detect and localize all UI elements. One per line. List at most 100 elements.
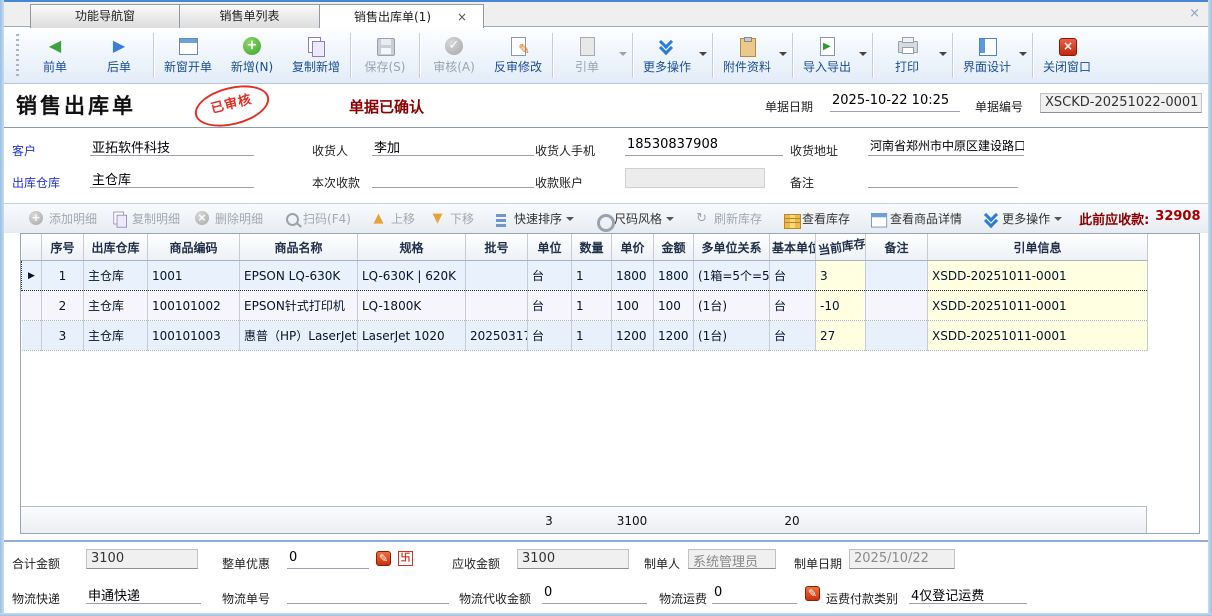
more-actions-button[interactable]: 更多操作 — [635, 28, 699, 83]
maker-label: 制单人 — [644, 555, 680, 572]
save-button[interactable]: 保存(S) — [353, 28, 417, 83]
address-field[interactable]: 河南省郑州市中原区建设路口 — [868, 137, 1024, 156]
warehouse-field[interactable]: 主仓库 — [90, 169, 254, 188]
view-stock-button[interactable]: 查看库存 — [774, 210, 857, 227]
window-close-icon[interactable]: × — [1189, 6, 1200, 21]
toolbar-separator — [1032, 33, 1033, 78]
discount-field[interactable]: 0 — [287, 550, 369, 569]
add-icon: + — [28, 210, 45, 227]
new-window-order-button[interactable]: 新窗开单 — [156, 28, 220, 83]
copy-detail-button[interactable]: 复制明细 — [104, 210, 187, 227]
window-border-right — [1208, 0, 1212, 616]
sort-icon — [493, 210, 510, 227]
scan-icon — [282, 210, 299, 227]
table-row[interactable]: ▶ 1 主仓库 1001 EPSON LQ-630K LQ-630K | 620… — [22, 261, 1148, 291]
phone-field[interactable]: 18530837908 — [625, 137, 783, 156]
next-doc-button[interactable]: ▶ 后单 — [87, 28, 151, 83]
total-amount-label: 合计金额 — [12, 555, 60, 572]
sales-outbound-window: 功能导航窗 销售单列表 销售出库单(1) × × ◀ 前单 ▶ 后单 新窗开单 … — [0, 0, 1212, 616]
customer-label[interactable]: 客户 — [12, 142, 36, 159]
close-window-button[interactable]: × 关闭窗口 — [1035, 28, 1099, 83]
payment-field[interactable] — [372, 169, 534, 188]
dropdown-caret-icon[interactable] — [699, 52, 707, 60]
prior-receivable: 此前应收款: 32908 — [1079, 209, 1200, 228]
copy-new-button[interactable]: 复制新增 — [284, 28, 348, 83]
dropdown-caret-icon[interactable] — [859, 52, 867, 60]
doc-date-label: 单据日期 — [765, 98, 813, 115]
cod-amount-field[interactable]: 0 — [542, 585, 647, 604]
freight-edit-icon[interactable]: ✎ — [805, 586, 820, 601]
attachments-button[interactable]: 附件资料 — [715, 28, 779, 83]
discount-label: 整单优惠 — [222, 555, 270, 572]
freight-field[interactable]: 0 — [712, 585, 797, 604]
approve-button[interactable]: ✓ 审核(A) — [422, 28, 486, 83]
table-header-row: 序号 出库仓库 商品编码 商品名称 规格 批号 单位 数量 单价 金额 多单位关… — [22, 234, 1148, 261]
move-up-button[interactable]: ▲ 上移 — [363, 210, 422, 227]
move-down-button[interactable]: ▼ 下移 — [422, 210, 481, 227]
toolbar-separator — [952, 33, 953, 78]
prev-doc-button[interactable]: ◀ 前单 — [23, 28, 87, 83]
make-date-field: 2025/10/22 — [849, 549, 955, 569]
remark-label: 备注 — [790, 174, 814, 191]
add-detail-button[interactable]: + 添加明细 — [21, 210, 104, 227]
payment-label: 本次收款 — [312, 174, 360, 191]
size-style-button[interactable]: 尺码风格 — [586, 210, 681, 227]
row-selector-header — [22, 234, 42, 261]
double-chevron-down-icon — [656, 35, 678, 57]
detail-more-actions-button[interactable]: 更多操作 — [974, 210, 1069, 227]
toolbar-separator — [792, 33, 793, 78]
refresh-stock-button[interactable]: ↻ 刷新库存 — [686, 210, 769, 227]
dropdown-caret-icon[interactable] — [939, 52, 947, 60]
table-row[interactable]: 2 主仓库 100101002 EPSON针式打印机 LQ-1800K 台 1 … — [22, 291, 1148, 321]
edit-pencil-icon: ✎ — [507, 35, 529, 57]
quick-sort-button[interactable]: 快速排序 — [486, 210, 581, 227]
approve-check-icon: ✓ — [443, 35, 465, 57]
tab-nav-window[interactable]: 功能导航窗 — [30, 4, 180, 28]
view-product-detail-button[interactable]: 查看商品详情 — [862, 210, 969, 227]
doc-date-field[interactable]: 2025-10-22 10:25 — [830, 93, 960, 112]
delete-detail-button[interactable]: × 删除明细 — [187, 210, 270, 227]
main-toolbar: ◀ 前单 ▶ 后单 新窗开单 + 新增(N) 复制新增 保存(S) ✓ 审核(A… — [4, 28, 1208, 84]
tab-sales-order-list[interactable]: 销售单列表 — [180, 4, 320, 28]
warehouse-label[interactable]: 出库仓库 — [12, 174, 60, 191]
toolbar-separator — [419, 33, 420, 78]
table-row[interactable]: 3 主仓库 100101003 惠普（HP）LaserJet LaserJet … — [22, 321, 1148, 351]
discount-seal-icon[interactable]: 卐 — [398, 551, 413, 566]
scan-code-button[interactable]: 扫码(F4) — [275, 210, 358, 227]
save-icon — [374, 35, 396, 57]
account-field — [625, 168, 765, 188]
pull-order-button[interactable]: 引单 — [555, 28, 619, 83]
customer-field[interactable]: 亚拓软件科技 — [90, 137, 254, 156]
import-export-button[interactable]: ▶ 导入导出 — [795, 28, 859, 83]
tab-sales-outbound[interactable]: 销售出库单(1) × — [320, 4, 484, 28]
tab-bar: 功能导航窗 销售单列表 销售出库单(1) × × — [0, 0, 1212, 27]
doc-no-field: XSCKD-20251022-0001 — [1040, 93, 1202, 113]
print-button[interactable]: 打印 — [875, 28, 939, 83]
copy-icon — [111, 210, 125, 224]
double-chevron-down-icon — [981, 210, 998, 227]
toolbar-separator — [552, 33, 553, 78]
dropdown-caret-icon[interactable] — [1019, 52, 1027, 60]
tab-close-icon[interactable]: × — [457, 11, 467, 23]
express-field[interactable]: 申通快递 — [86, 585, 201, 604]
ui-design-button[interactable]: 界面设计 — [955, 28, 1019, 83]
remark-field[interactable] — [868, 169, 1018, 188]
dropdown-caret-icon[interactable] — [619, 52, 627, 60]
unapprove-edit-button[interactable]: ✎ 反审修改 — [486, 28, 550, 83]
dropdown-caret-icon[interactable] — [779, 52, 787, 60]
status-text: 单据已确认 — [349, 96, 424, 117]
express-label: 物流快递 — [12, 590, 60, 607]
receiver-field[interactable]: 李加 — [372, 137, 534, 156]
arrow-down-icon: ▼ — [429, 210, 446, 227]
toolbar-separator — [350, 33, 351, 78]
receiver-label: 收货人 — [312, 142, 348, 159]
freight-type-field[interactable]: 4仅登记运费 — [909, 585, 1027, 604]
ui-design-icon — [976, 35, 998, 57]
tracking-no-field[interactable] — [287, 585, 449, 604]
maker-field: 系统管理员 — [688, 549, 776, 569]
cod-amount-label: 物流代收金额 — [459, 590, 531, 607]
new-button[interactable]: + 新增(N) — [220, 28, 284, 83]
gear-icon — [593, 210, 610, 227]
dropdown-caret-icon — [566, 217, 574, 225]
discount-edit-icon[interactable]: ✎ — [376, 551, 391, 566]
